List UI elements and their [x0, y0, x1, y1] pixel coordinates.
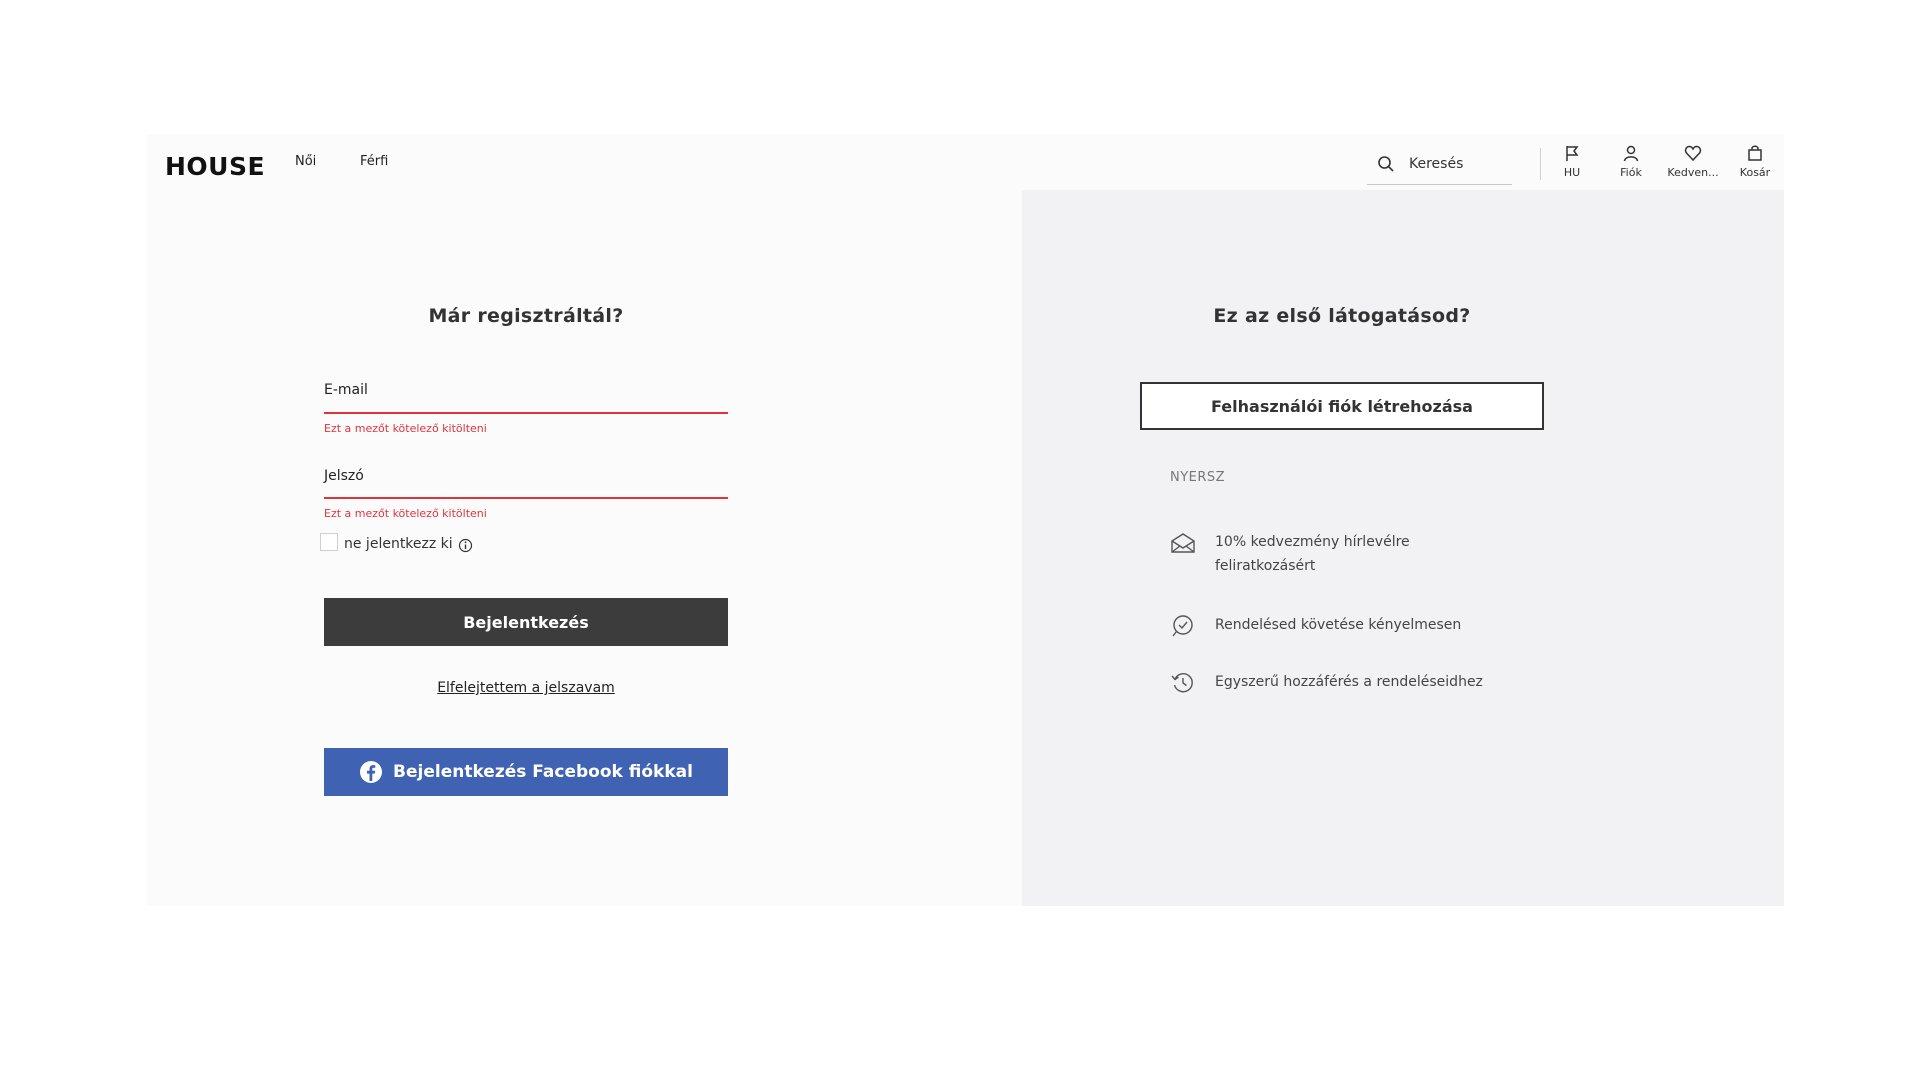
login-panel: Már regisztráltál? E-mail Ezt a mezőt kö…	[147, 190, 1022, 906]
facebook-login-button[interactable]: Bejelentkezés Facebook fiókkal	[324, 748, 728, 796]
search-input[interactable]	[1407, 155, 1511, 173]
benefit-text-newsletter: 10% kedvezmény hírlevélre feliratkozásér…	[1215, 534, 1410, 574]
page-frame: HOUSE Női Férfi HU Fiók Kedven...	[147, 134, 1784, 906]
bag-icon	[1748, 145, 1762, 161]
remember-label: ne jelentkezz ki	[344, 536, 453, 552]
nav-men[interactable]: Férfi	[360, 154, 388, 169]
account-icon	[1623, 145, 1639, 162]
cart-button[interactable]: Kosár	[1725, 144, 1785, 179]
email-error: Ezt a mezőt kötelező kitölteni	[324, 422, 487, 435]
benefit-text-access: Egyszerű hozzáférés a rendeléseidhez	[1215, 674, 1483, 690]
login-title: Már regisztráltál?	[428, 305, 624, 327]
flag-icon	[1566, 146, 1579, 161]
favorites-button[interactable]: Kedven...	[1663, 144, 1723, 179]
password-field[interactable]	[324, 497, 728, 499]
register-panel: Ez az első látogatásod? Felhasználói fió…	[1022, 190, 1784, 906]
benefit-item: Rendelésed követése kényelmesen	[1170, 613, 1461, 639]
cart-label: Kosár	[1739, 166, 1771, 179]
register-title: Ez az első látogatásod?	[1213, 305, 1471, 327]
benefit-item: Egyszerű hozzáférés a rendeléseidhez	[1170, 670, 1483, 696]
favorites-label: Kedven...	[1667, 166, 1719, 179]
language-label: HU	[1563, 166, 1581, 179]
benefit-text-tracking: Rendelésed követése kényelmesen	[1215, 617, 1462, 633]
create-account-button[interactable]: Felhasználói fiók létrehozása	[1140, 382, 1544, 430]
house-logo[interactable]: HOUSE	[165, 152, 265, 181]
email-field[interactable]	[324, 412, 728, 414]
forgot-password-wrap: Elfelejtettem a jelszavam	[324, 680, 728, 696]
header-divider	[1540, 148, 1541, 180]
password-label: Jelszó	[324, 468, 364, 484]
benefits-title: NYERSZ	[1170, 470, 1226, 485]
facebook-icon	[360, 761, 383, 783]
info-icon[interactable]	[458, 538, 473, 553]
language-selector[interactable]: HU	[1542, 144, 1602, 179]
history-icon	[1171, 673, 1193, 693]
heart-icon	[1684, 145, 1702, 162]
search-box[interactable]	[1367, 144, 1512, 185]
search-icon	[1378, 156, 1394, 172]
email-label: E-mail	[324, 382, 368, 398]
remember-checkbox[interactable]	[320, 533, 338, 551]
account-label: Fiók	[1620, 166, 1642, 179]
password-error: Ezt a mezőt kötelező kitölteni	[324, 507, 487, 520]
check-circle-icon	[1172, 615, 1193, 637]
benefit-item: 10% kedvezmény hírlevélre feliratkozásér…	[1170, 530, 1445, 578]
envelope-icon	[1171, 533, 1195, 553]
nav-women[interactable]: Női	[295, 154, 316, 169]
login-button[interactable]: Bejelentkezés	[324, 598, 728, 646]
facebook-login-label: Bejelentkezés Facebook fiókkal	[393, 762, 693, 782]
account-button[interactable]: Fiók	[1601, 144, 1661, 179]
forgot-password-link[interactable]: Elfelejtettem a jelszavam	[437, 680, 615, 696]
